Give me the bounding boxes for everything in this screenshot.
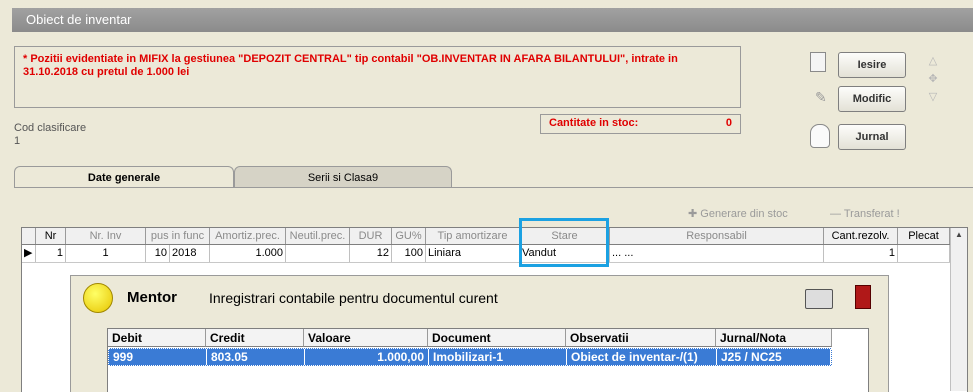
col-gu[interactable]: GU%	[392, 228, 426, 244]
jurnal-button[interactable]: Jurnal	[838, 124, 906, 150]
col-document: Document	[428, 329, 566, 347]
move-icon[interactable]: ✥	[925, 70, 941, 88]
cell-nr[interactable]: 1	[36, 245, 66, 262]
info-panel: * Pozitii evidentiate in MIFIX la gestiu…	[14, 46, 741, 108]
info-text: * Pozitii evidentiate in MIFIX la gestiu…	[23, 53, 678, 78]
col-jurnal-nota: Jurnal/Nota	[716, 329, 832, 347]
cell-cant-rezolv[interactable]: 1	[824, 245, 898, 262]
pen-icon: ✎	[815, 89, 827, 105]
col-valoare: Valoare	[304, 329, 428, 347]
lightbulb-icon	[810, 124, 830, 148]
document-icon	[810, 52, 826, 72]
cell-tip-amortizare[interactable]: Liniara	[426, 245, 520, 262]
stock-label: Cantitate in stoc:	[549, 117, 639, 129]
mentor-header: Mentor Inregistrari contabile pentru doc…	[75, 279, 883, 317]
window-title: Obiect de inventar	[12, 8, 973, 32]
exit-door-icon[interactable]	[855, 285, 871, 309]
cell-dur[interactable]: 12	[350, 245, 392, 262]
modific-button[interactable]: Modific	[838, 86, 906, 112]
dash-icon: —	[830, 208, 844, 220]
cell-observatii[interactable]: Obiect de inventar-/(1)	[567, 349, 717, 365]
smiley-icon	[83, 283, 113, 313]
mentor-panel: Mentor Inregistrari contabile pentru doc…	[70, 275, 889, 392]
col-neutil-prec[interactable]: Neutil.prec.	[286, 228, 350, 244]
col-dur[interactable]: DUR	[350, 228, 392, 244]
record-navigator[interactable]: △ ✥ ▽	[925, 52, 941, 106]
cell-gu[interactable]: 100	[392, 245, 426, 262]
cod-clasificare-label: Cod clasificare	[14, 122, 87, 134]
cell-valoare[interactable]: 1.000,00	[305, 349, 429, 365]
cell-responsabil[interactable]: ... ...	[610, 245, 824, 262]
cell-document[interactable]: Imobilizari-1	[429, 349, 567, 365]
table-row[interactable]: 999 803.05 1.000,00 Imobilizari-1 Obiect…	[108, 348, 832, 366]
transferat-label: Transferat !	[843, 208, 900, 220]
col-debit: Debit	[108, 329, 206, 347]
row-selector-header	[22, 228, 36, 244]
arrow-down-icon[interactable]: ▽	[925, 88, 941, 106]
stock-box: Cantitate in stoc: 0	[540, 114, 741, 134]
iesire-button[interactable]: Iesire	[838, 52, 906, 78]
col-tip-amortizare[interactable]: Tip amortizare	[426, 228, 520, 244]
cell-nr-inv[interactable]: 1	[66, 245, 146, 262]
col-observatii: Observatii	[566, 329, 716, 347]
cell-plecat[interactable]	[898, 245, 950, 262]
cell-debit[interactable]: 999	[109, 349, 207, 365]
col-responsabil[interactable]: Responsabil	[610, 228, 824, 244]
row-pointer-icon: ▶	[22, 245, 36, 262]
cell-an[interactable]: 2018	[170, 245, 210, 262]
scroll-up-icon[interactable]: ▲	[951, 228, 967, 242]
grid-header: Nr Nr. Inv pus in func Amortiz.prec. Neu…	[22, 228, 950, 245]
col-nr[interactable]: Nr	[36, 228, 66, 244]
printer-icon[interactable]	[805, 289, 833, 309]
col-credit: Credit	[206, 329, 304, 347]
stock-value: 0	[725, 117, 732, 129]
arrow-up-icon[interactable]: △	[925, 52, 941, 70]
generare-din-stoc-button[interactable]: ✚ Generare din stoc	[688, 206, 788, 222]
app-window: Obiect de inventar * Pozitii evidentiate…	[0, 0, 973, 392]
col-cant-rezolv[interactable]: Cant.rezolv.	[824, 228, 898, 244]
table-row[interactable]: ▶ 1 1 10 2018 1.000 12 100 Liniara Vandu…	[22, 245, 967, 263]
stare-highlight-frame	[519, 218, 609, 267]
cod-clasificare-value: 1	[14, 135, 21, 147]
accounting-table[interactable]: Debit Credit Valoare Document Observatii…	[107, 328, 869, 392]
tab-date-generale[interactable]: Date generale	[14, 166, 234, 188]
col-pus-in-func[interactable]: pus in func	[146, 228, 210, 244]
col-nr-inv[interactable]: Nr. Inv	[66, 228, 146, 244]
cell-neutil-prec[interactable]	[286, 245, 350, 262]
cell-amortiz-prec[interactable]: 1.000	[210, 245, 286, 262]
col-amortiz-prec[interactable]: Amortiz.prec.	[210, 228, 286, 244]
mentor-title: Mentor	[127, 289, 177, 306]
mentor-subtitle: Inregistrari contabile pentru documentul…	[209, 290, 498, 306]
tab-bar: Date generale Serii si Clasa9	[14, 166, 973, 188]
vertical-scrollbar[interactable]: ▲	[950, 228, 967, 391]
cell-luna[interactable]: 10	[146, 245, 170, 262]
cell-jurnal-nota[interactable]: J25 / NC25	[717, 349, 831, 365]
plus-icon: ✚	[688, 208, 701, 220]
cell-credit[interactable]: 803.05	[207, 349, 305, 365]
transferat-button[interactable]: — Transferat !	[830, 206, 900, 222]
col-plecat[interactable]: Plecat	[898, 228, 950, 244]
generare-label: Generare din stoc	[700, 208, 788, 220]
tab-serii-clasa9[interactable]: Serii si Clasa9	[234, 166, 452, 188]
